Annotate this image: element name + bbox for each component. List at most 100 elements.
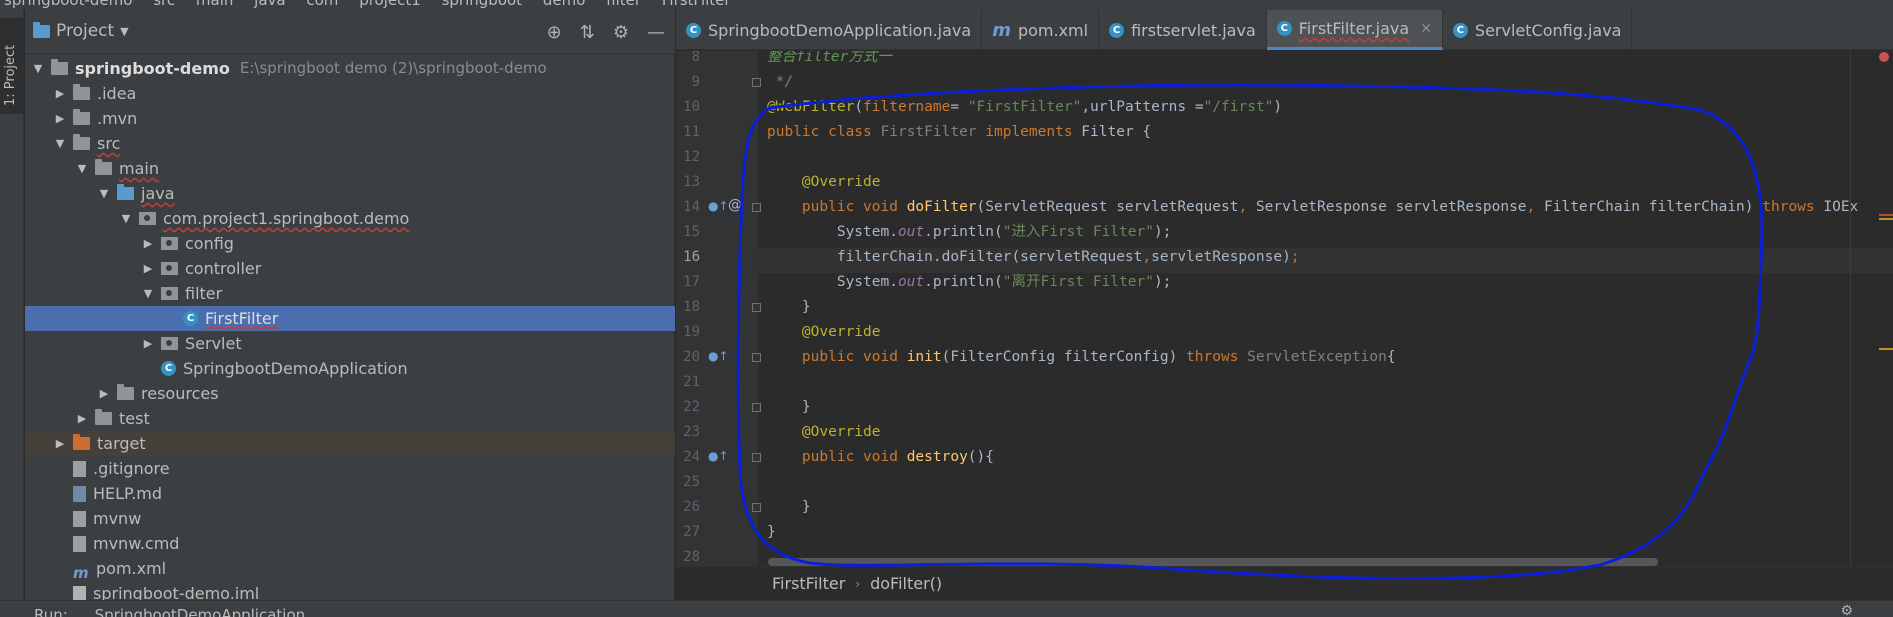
- tab-firstfilter[interactable]: C FirstFilter.java ✕: [1266, 10, 1443, 50]
- project-path: E:\springboot demo (2)\springboot-demo: [239, 59, 547, 77]
- tree-item-pom-xml[interactable]: m pom.xml: [25, 556, 675, 582]
- code-line: @Override: [767, 420, 881, 445]
- tree-item-mvnw-cmd[interactable]: mvnw.cmd: [25, 531, 675, 556]
- error-indicator-icon[interactable]: [1879, 52, 1889, 62]
- annotation-token: @Override: [801, 174, 881, 190]
- nav-crumb[interactable]: springboot: [442, 0, 522, 9]
- tree-item-controller[interactable]: ▶ controller: [25, 256, 675, 281]
- tree-item-label: HELP.md: [93, 484, 163, 503]
- gear-icon[interactable]: ⚙: [613, 22, 629, 43]
- fold-marker-icon[interactable]: [752, 353, 761, 362]
- fold-marker-icon[interactable]: [752, 203, 761, 212]
- class-icon: C: [686, 22, 701, 38]
- nav-crumb[interactable]: com: [306, 0, 338, 9]
- class-icon: C: [1109, 22, 1125, 38]
- warning-stripe[interactable]: [1879, 348, 1893, 350]
- project-view-selector[interactable]: Project ▼: [33, 21, 129, 41]
- breadcrumb-class[interactable]: FirstFilter: [772, 574, 845, 593]
- tree-item-main[interactable]: ▼ main: [25, 156, 675, 181]
- code-token: IOEx: [1823, 199, 1859, 215]
- line-number: 8: [691, 51, 700, 65]
- gear-icon[interactable]: ⚙: [1840, 603, 1853, 617]
- tree-item-springbootdemoapplication[interactable]: C SpringbootDemoApplication: [25, 356, 675, 381]
- fold-marker-icon[interactable]: [752, 403, 761, 412]
- chevron-right-icon[interactable]: ▶: [141, 231, 155, 256]
- tree-item-mvn[interactable]: ▶ .mvn: [25, 106, 675, 131]
- chevron-down-icon[interactable]: ▼: [31, 56, 45, 81]
- annotation-icon[interactable]: @: [728, 197, 742, 213]
- chevron-right-icon[interactable]: ▶: [75, 406, 89, 431]
- fold-marker-icon[interactable]: [752, 503, 761, 512]
- folder-icon: [33, 21, 50, 38]
- tab-pom-xml[interactable]: m pom.xml: [982, 10, 1100, 50]
- package-icon: [161, 287, 178, 300]
- collapse-all-icon[interactable]: ⇅: [580, 22, 595, 43]
- chevron-right-icon[interactable]: ▶: [141, 331, 155, 356]
- code-token: ServletResponse servletResponse: [1255, 199, 1527, 215]
- code-token: }: [801, 399, 811, 415]
- chevron-right-icon[interactable]: ▶: [141, 256, 155, 281]
- nav-crumb[interactable]: project1: [359, 0, 421, 9]
- tree-item-label: mvnw: [93, 509, 142, 528]
- nav-crumb[interactable]: springboot-demo: [4, 0, 132, 9]
- implements-method-icon[interactable]: ●↑: [708, 349, 729, 363]
- tree-item-springboot-demo[interactable]: ▼ springboot-demo E:\springboot demo (2)…: [25, 56, 675, 81]
- warning-stripe[interactable]: [1879, 218, 1893, 220]
- tree-item-mvnw[interactable]: mvnw: [25, 506, 675, 531]
- fold-marker-icon[interactable]: [752, 453, 761, 462]
- chevron-right-icon[interactable]: ▶: [53, 431, 67, 456]
- chevron-down-icon[interactable]: ▼: [53, 131, 67, 156]
- file-icon: [73, 460, 86, 477]
- chevron-right-icon[interactable]: ▶: [53, 106, 67, 131]
- nav-crumb[interactable]: filter: [606, 0, 641, 9]
- tree-item-src[interactable]: ▼ src: [25, 131, 675, 156]
- project-tool-tab[interactable]: 1: Project: [0, 18, 24, 114]
- fold-marker-icon[interactable]: [752, 78, 761, 87]
- nav-crumb[interactable]: main: [196, 0, 233, 9]
- tree-item-label: filter: [185, 284, 223, 303]
- tree-item-label: config: [185, 234, 234, 253]
- error-stripe[interactable]: [1879, 214, 1893, 216]
- chevron-down-icon[interactable]: ▼: [75, 156, 89, 181]
- code-line: public class FirstFilter implements Filt…: [767, 120, 1151, 145]
- fold-marker-icon[interactable]: [752, 303, 761, 312]
- chevron-down-icon[interactable]: ▼: [97, 181, 111, 206]
- tree-item-idea[interactable]: ▶ .idea: [25, 81, 675, 106]
- tree-item-firstfilter[interactable]: C FirstFilter: [25, 306, 675, 331]
- close-icon[interactable]: ✕: [1420, 21, 1432, 37]
- code-editor[interactable]: 8 9 10 11 12 13 14 15 16 17 18 19 20 21 …: [676, 51, 1893, 566]
- breadcrumb-method[interactable]: doFilter(): [870, 574, 942, 593]
- minimize-icon[interactable]: —: [647, 22, 665, 43]
- nav-crumb[interactable]: java: [254, 0, 285, 9]
- nav-crumb[interactable]: FirstFilter: [662, 0, 731, 9]
- nav-crumb[interactable]: src: [153, 0, 175, 9]
- implements-method-icon[interactable]: ●↑: [708, 199, 729, 213]
- tree-item-java[interactable]: ▼ java: [25, 181, 675, 206]
- chevron-down-icon[interactable]: ▼: [141, 281, 155, 306]
- nav-crumb[interactable]: demo: [543, 0, 586, 9]
- tree-item-help-md[interactable]: HELP.md: [25, 481, 675, 506]
- tree-item-filter[interactable]: ▼ filter: [25, 281, 675, 306]
- tree-item-target[interactable]: ▶ target: [25, 431, 675, 456]
- horizontal-scrollbar[interactable]: [768, 558, 1658, 566]
- comment-text: */: [767, 74, 794, 90]
- tree-item-gitignore[interactable]: .gitignore: [25, 456, 675, 481]
- implements-method-icon[interactable]: ●↑: [708, 449, 729, 463]
- tree-item-config[interactable]: ▶ config: [25, 231, 675, 256]
- navigation-bar: springboot-demo src main java com projec…: [0, 0, 1893, 10]
- run-config-tab[interactable]: SpringbootDemoApplication: [95, 606, 306, 617]
- chevron-right-icon[interactable]: ▶: [97, 381, 111, 406]
- tree-item-test[interactable]: ▶ test: [25, 406, 675, 431]
- package-icon: [139, 212, 156, 225]
- tab-servletconfig[interactable]: C ServletConfig.java: [1443, 10, 1633, 50]
- tab-springbootdemoapplication[interactable]: C SpringbootDemoApplication.java: [676, 10, 983, 50]
- tree-item-servlet[interactable]: ▶ Servlet: [25, 331, 675, 356]
- folder-icon: [95, 409, 112, 425]
- tree-item-package-root[interactable]: ▼ com.project1.springboot.demo: [25, 206, 675, 231]
- tree-item-resources[interactable]: ▶ resources: [25, 381, 675, 406]
- line-number: 14: [683, 199, 700, 215]
- chevron-down-icon[interactable]: ▼: [119, 206, 133, 231]
- chevron-right-icon[interactable]: ▶: [53, 81, 67, 106]
- locate-icon[interactable]: ⊕: [547, 22, 562, 43]
- tab-firstservlet[interactable]: C firstservlet.java: [1099, 10, 1267, 50]
